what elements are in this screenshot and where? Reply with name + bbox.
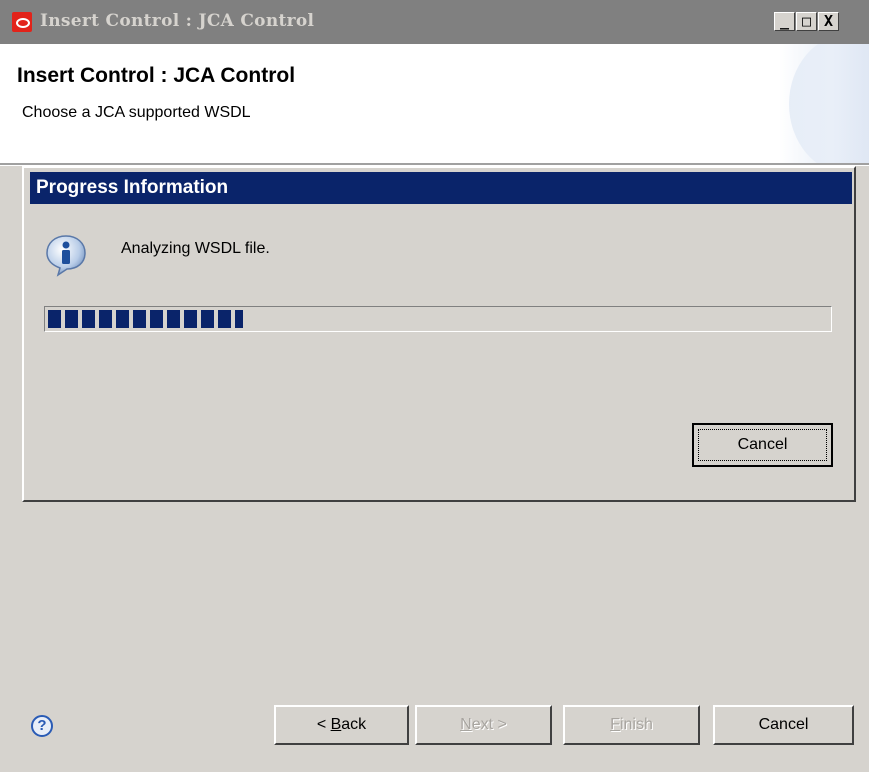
page-title: Insert Control : JCA Control [17,64,296,87]
finish-button-rest: inish [619,716,653,733]
back-button[interactable]: < Back [274,705,409,745]
back-button-rest: ack [341,716,367,733]
back-button-mnemonic: B [330,716,342,733]
progress-bar-fill [48,310,243,328]
minimize-button[interactable]: _ [774,12,795,31]
progress-bar [44,306,832,332]
maximize-button[interactable]: □ [796,12,817,31]
window-titlebar[interactable]: Insert Control : JCA Control _ □ X [0,0,869,44]
oracle-app-icon [12,12,32,32]
finish-button-mnemonic: F [610,716,620,733]
back-button-prefix: < [316,716,331,733]
progress-dialog-titlebar[interactable]: Progress Information [30,172,852,204]
next-button-mnemonic: N [460,716,472,733]
next-button[interactable]: Next > [415,705,552,745]
info-icon [46,235,86,277]
progress-cancel-button[interactable]: Cancel [692,423,833,467]
header-gradient [779,44,869,164]
help-icon[interactable]: ? [31,715,53,737]
progress-dialog: Progress Information Analyzing WSDL file… [22,166,856,502]
close-button[interactable]: X [818,12,839,31]
wizard-header: Insert Control : JCA Control Choose a JC… [0,44,869,164]
progress-dialog-title: Progress Information [36,177,229,198]
window-title: Insert Control : JCA Control [40,11,315,31]
cancel-button[interactable]: Cancel [713,705,854,745]
next-button-rest: ext > [471,716,507,733]
progress-cancel-label: Cancel [698,429,827,461]
page-subtitle: Choose a JCA supported WSDL [22,104,251,121]
finish-button[interactable]: Finish [563,705,700,745]
progress-message: Analyzing WSDL file. [121,240,270,257]
